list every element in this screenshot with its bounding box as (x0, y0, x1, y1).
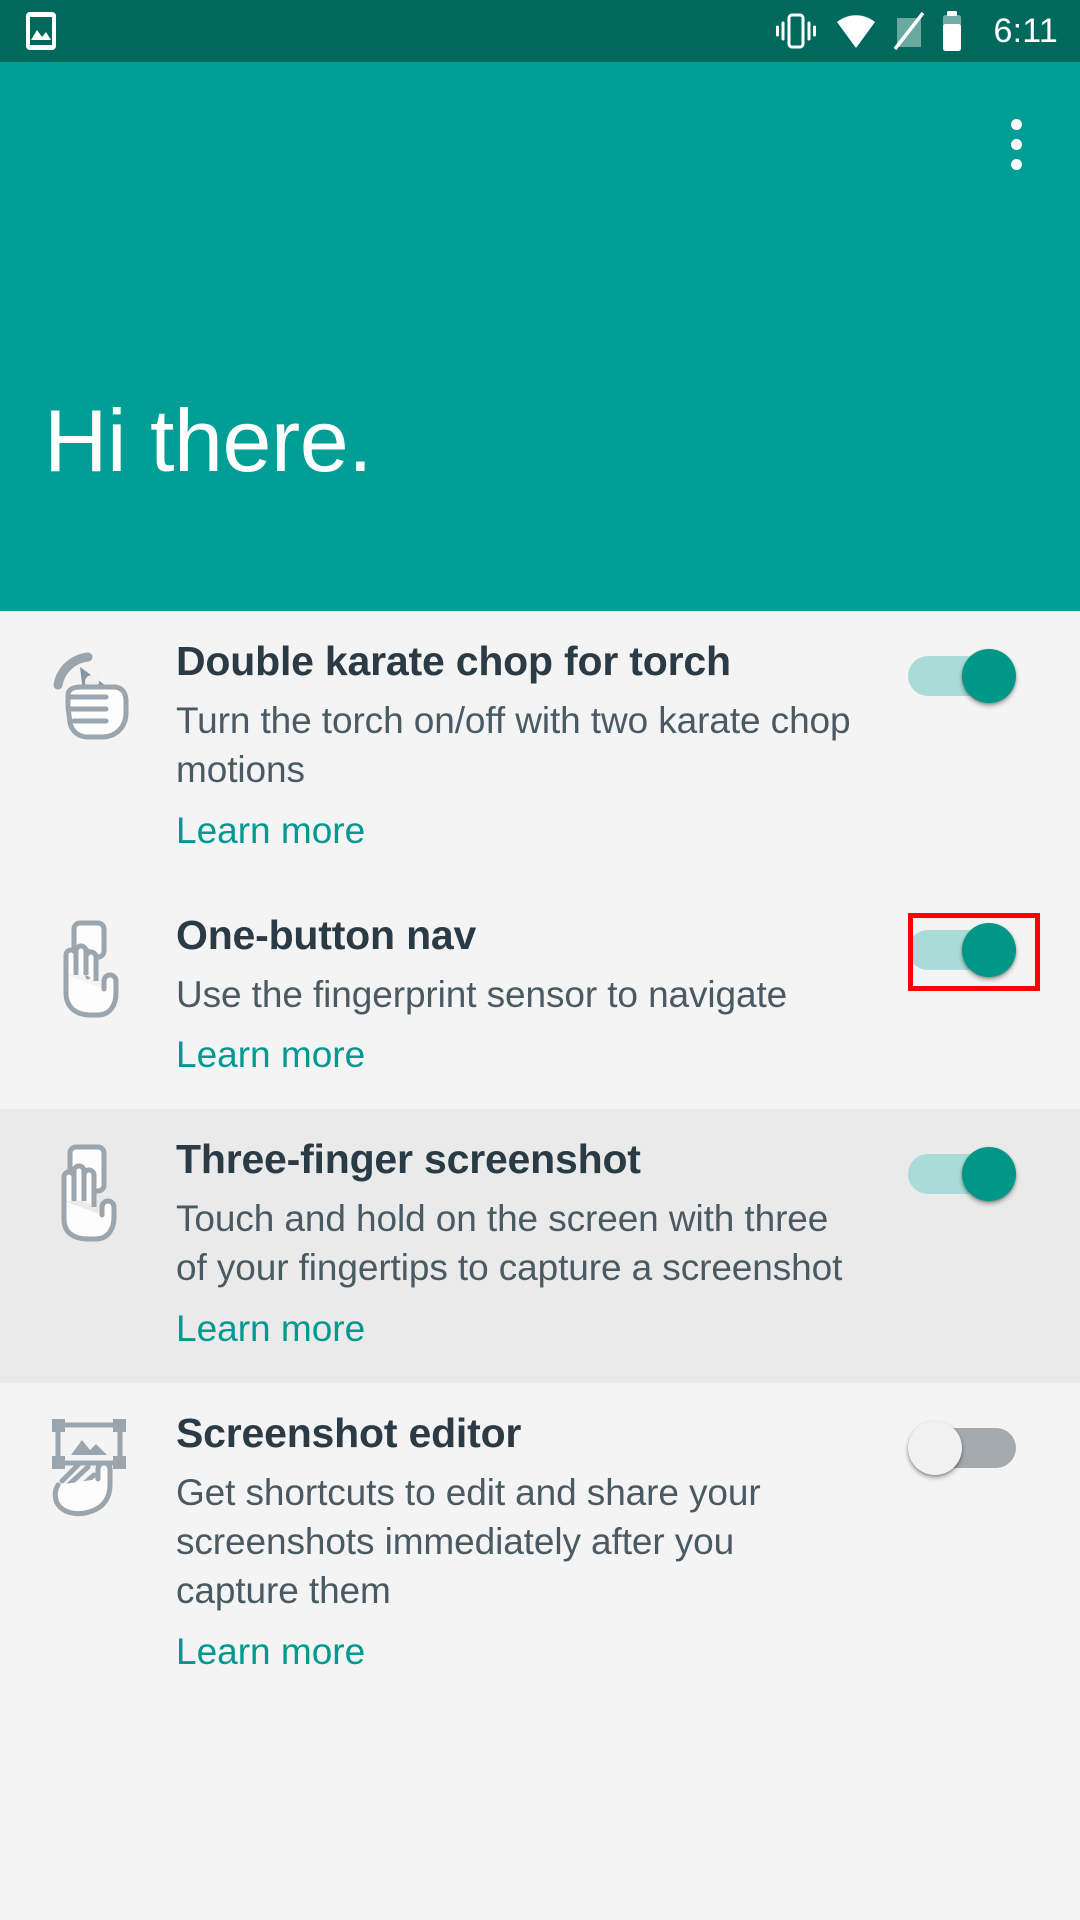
list-item-title: Three-finger screenshot (176, 1136, 641, 1183)
learn-more-link[interactable]: Learn more (176, 807, 365, 855)
status-bar-icons: 6:11 (774, 11, 1058, 51)
list-item-description: Turn the torch on/off with two karate ch… (176, 699, 851, 790)
screenshot-editor-hand-icon (0, 1411, 176, 1519)
list-item-toggle-area (876, 1411, 1048, 1476)
list-item[interactable]: Screenshot editor Get shortcuts to edit … (0, 1383, 1080, 1706)
fingerprint-tap-hand-icon (0, 913, 176, 1021)
list-item-title: One-button nav (176, 911, 477, 958)
three-finger-hand-icon (0, 1137, 176, 1245)
sim-card-off-icon (893, 12, 924, 50)
status-bar-notifications (26, 12, 56, 50)
image-icon (26, 12, 56, 50)
toggle-thumb (962, 922, 1016, 977)
greeting-title: Hi there. (44, 391, 373, 490)
learn-more-link[interactable]: Learn more (176, 1031, 365, 1079)
wifi-icon (835, 14, 877, 48)
list-item[interactable]: Double karate chop for torch Turn the to… (0, 611, 1080, 885)
overflow-menu-button[interactable] (978, 106, 1054, 182)
toggle-switch-double-karate-chop[interactable] (908, 649, 1016, 703)
header-banner: Hi there. (0, 62, 1080, 611)
list-item[interactable]: Three-finger screenshot Touch and hold o… (0, 1109, 1080, 1384)
learn-more-link[interactable]: Learn more (176, 1305, 365, 1353)
toggle-switch-three-finger-screenshot[interactable] (908, 1147, 1016, 1202)
list-item-title: Double karate chop for torch (176, 638, 731, 684)
list-item-text: Three-finger screenshot Touch and hold o… (176, 1137, 876, 1353)
toggle-thumb (962, 1147, 1016, 1202)
list-item-toggle-area (876, 913, 1048, 977)
list-item-title: Screenshot editor (176, 1410, 522, 1457)
status-bar-time: 6:11 (993, 12, 1058, 50)
battery-icon (941, 11, 963, 51)
overflow-dot-icon (1010, 138, 1022, 150)
toggle-switch-one-button-nav[interactable] (908, 922, 1016, 977)
settings-list: Double karate chop for torch Turn the to… (0, 611, 1080, 1706)
overflow-dot-icon (1010, 158, 1022, 170)
list-item-description: Get shortcuts to edit and share your scr… (176, 1472, 761, 1611)
list-item-text: Screenshot editor Get shortcuts to edit … (176, 1410, 876, 1676)
app-screen: 6:11 Hi there. Double karate chop for to… (0, 0, 1080, 1920)
overflow-dot-icon (1010, 118, 1022, 130)
list-item-text: Double karate chop for torch Turn the to… (176, 638, 876, 855)
karate-chop-hand-icon (0, 639, 176, 747)
vibrate-icon (774, 12, 818, 50)
list-item-description: Use the fingerprint sensor to navigate (176, 973, 788, 1015)
list-item-text: One-button nav Use the fingerprint senso… (176, 911, 876, 1080)
list-item-toggle-area (876, 639, 1048, 703)
list-item-toggle-area (876, 1137, 1048, 1202)
learn-more-link[interactable]: Learn more (176, 1628, 365, 1676)
status-bar: 6:11 (0, 0, 1080, 62)
toggle-thumb (908, 1421, 962, 1476)
toggle-thumb (962, 649, 1016, 703)
list-item-description: Touch and hold on the screen with three … (176, 1198, 843, 1289)
toggle-switch-screenshot-editor[interactable] (908, 1421, 1016, 1476)
list-item[interactable]: One-button nav Use the fingerprint senso… (0, 884, 1080, 1110)
